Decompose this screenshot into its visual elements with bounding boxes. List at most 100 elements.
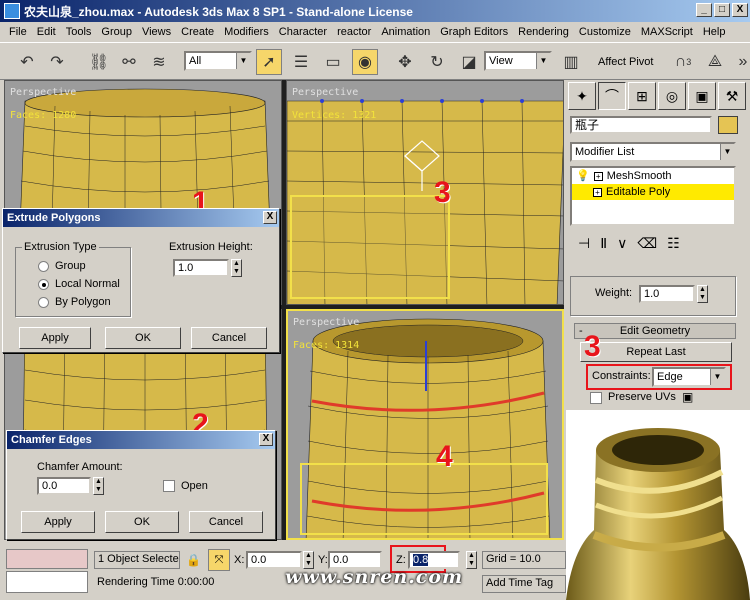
spinner-arrows-icon[interactable]: ▲ ▼	[697, 285, 708, 303]
menu-help[interactable]: Help	[698, 26, 731, 38]
rectangular-selection-icon[interactable]: ▭	[320, 49, 346, 75]
angle-snap-icon[interactable]: ⟁	[702, 49, 728, 75]
menu-reactor[interactable]: reactor	[332, 26, 376, 38]
menu-group[interactable]: Group	[96, 26, 137, 38]
close-button[interactable]: X	[732, 3, 748, 17]
object-name-field[interactable]: 瓶子	[570, 116, 712, 134]
hierarchy-tab-icon[interactable]: ⊞	[628, 82, 656, 110]
snap-toggle-icon[interactable]: ∩ 3	[670, 49, 696, 75]
maximize-button[interactable]: □	[714, 3, 730, 17]
select-and-link-icon[interactable]: ⛓	[86, 49, 112, 75]
motion-tab-icon[interactable]: ◎	[658, 82, 686, 110]
window-crossing-icon[interactable]: ◉	[352, 49, 378, 75]
cancel-button[interactable]: Cancel	[191, 327, 267, 349]
open-checkbox[interactable]	[163, 480, 175, 492]
minimize-button[interactable]: _	[696, 3, 712, 17]
show-end-result-icon[interactable]: Ⅱ	[600, 235, 607, 252]
select-and-scale-icon[interactable]: ◪	[456, 49, 482, 75]
menu-modifiers[interactable]: Modifiers	[219, 26, 274, 38]
select-and-rotate-icon[interactable]: ↻	[424, 49, 450, 75]
spinner-arrows-icon[interactable]: ▲ ▼	[231, 259, 242, 277]
create-tab-icon[interactable]: ✦	[568, 82, 596, 110]
lock-icon[interactable]: 🔒	[186, 553, 201, 567]
preserve-uvs-checkbox[interactable]	[590, 392, 602, 404]
menu-maxscript[interactable]: MAXScript	[636, 26, 698, 38]
select-object-icon[interactable]: ➚	[256, 49, 282, 75]
close-icon[interactable]: X	[263, 211, 277, 224]
cancel-button[interactable]: Cancel	[189, 511, 263, 533]
object-color-swatch[interactable]	[718, 116, 738, 134]
remove-modifier-icon[interactable]: ⌫	[637, 235, 657, 252]
radio-local-normal[interactable]: Local Normal	[38, 278, 120, 290]
unlink-icon[interactable]: ⚯	[116, 49, 142, 75]
modifier-stack: 💡 + MeshSmooth + Editable Poly	[570, 166, 736, 226]
expand-icon[interactable]: +	[593, 187, 602, 197]
close-icon[interactable]: X	[259, 433, 273, 446]
menu-rendering[interactable]: Rendering	[513, 26, 574, 38]
redo-icon[interactable]: ↷	[44, 49, 70, 75]
menu-tools[interactable]: Tools	[61, 26, 97, 38]
grid-size: Grid = 10.0	[482, 551, 566, 569]
add-time-tag[interactable]: Add Time Tag	[482, 575, 566, 593]
stack-item-editable-poly[interactable]: + Editable Poly	[572, 184, 734, 200]
expand-icon[interactable]: +	[593, 171, 603, 181]
menu-graph-editors[interactable]: Graph Editors	[435, 26, 513, 38]
absolute-mode-icon[interactable]: ⤧	[208, 549, 230, 571]
stack-controls: ⊣ Ⅱ ∨ ⌫ ☷	[570, 230, 740, 256]
undo-icon[interactable]: ↶	[14, 49, 40, 75]
affect-pivot-label[interactable]: Affect Pivot	[598, 56, 653, 68]
maxscript-input-mini[interactable]	[6, 571, 88, 593]
select-and-move-icon[interactable]: ✥	[392, 49, 418, 75]
command-tabs: ✦ ⌒ ⊞ ◎ ▣ ⚒	[568, 82, 746, 112]
spinner-arrows-icon[interactable]: ▲ ▼	[466, 551, 477, 569]
pin-stack-icon[interactable]: ⊣	[578, 235, 590, 252]
preserve-uvs-label: Preserve UVs	[608, 391, 676, 403]
apply-button[interactable]: Apply	[19, 327, 91, 349]
main-toolbar: ↶ ↷ ⛓ ⚯ ≋ All ▼ ➚ ☰ ▭ ◉ ✥ ↻ ◪ View ▼ ▥ A…	[0, 42, 750, 80]
menu-create[interactable]: Create	[176, 26, 219, 38]
display-tab-icon[interactable]: ▣	[688, 82, 716, 110]
x-label: X:	[234, 554, 245, 566]
make-unique-icon[interactable]: ∨	[617, 235, 627, 252]
menu-character[interactable]: Character	[274, 26, 332, 38]
constraints-dropdown[interactable]: Edge ▼	[652, 367, 726, 387]
dialog-title: Extrude Polygons X	[3, 209, 279, 227]
window-title: 农夫山泉_zhou.max - Autodesk 3ds Max 8 SP1 -…	[24, 4, 413, 19]
bottle-render-image	[566, 428, 750, 600]
menu-file[interactable]: File	[4, 26, 32, 38]
selection-filter-dropdown[interactable]: All ▼	[184, 51, 252, 71]
menu-views[interactable]: Views	[137, 26, 176, 38]
ok-button[interactable]: OK	[105, 327, 181, 349]
utilities-tab-icon[interactable]: ⚒	[718, 82, 746, 110]
radio-group[interactable]: Group	[38, 260, 86, 272]
viewport-bottom-right[interactable]: Perspective Faces: 1314	[286, 309, 564, 540]
weight-field[interactable]: 1.0	[639, 285, 695, 303]
lightbulb-icon[interactable]: 💡	[576, 168, 590, 184]
menu-bar: File Edit Tools Group Views Create Modif…	[0, 22, 750, 42]
named-selection-icon[interactable]: »	[730, 49, 750, 75]
stack-item-meshsmooth[interactable]: 💡 + MeshSmooth	[572, 168, 734, 184]
repeat-last-button[interactable]: Repeat Last	[580, 342, 732, 362]
bind-space-warp-icon[interactable]: ≋	[146, 49, 172, 75]
menu-customize[interactable]: Customize	[574, 26, 636, 38]
viewport-top-right[interactable]: Perspective Vertices: 1321	[286, 80, 564, 305]
ok-button[interactable]: OK	[105, 511, 179, 533]
configure-modifier-sets-icon[interactable]: ☷	[667, 235, 680, 252]
settings-icon[interactable]: ▣	[682, 390, 693, 404]
pivot-center-icon[interactable]: ▥	[558, 49, 584, 75]
spinner-arrows-icon[interactable]: ▲ ▼	[93, 477, 104, 495]
viewport-label[interactable]: Perspective	[292, 87, 358, 98]
reference-coord-dropdown[interactable]: View ▼	[484, 51, 552, 71]
menu-animation[interactable]: Animation	[376, 26, 435, 38]
select-by-name-icon[interactable]: ☰	[288, 49, 314, 75]
radio-by-polygon[interactable]: By Polygon	[38, 296, 111, 308]
modify-tab-icon[interactable]: ⌒	[598, 82, 626, 110]
extrusion-height-field[interactable]: 1.0	[173, 259, 229, 277]
chamfer-amount-field[interactable]: 0.0	[37, 477, 91, 495]
apply-button[interactable]: Apply	[21, 511, 95, 533]
maxscript-listener-mini[interactable]	[6, 549, 88, 569]
menu-edit[interactable]: Edit	[32, 26, 61, 38]
viewport-label[interactable]: Perspective	[293, 317, 359, 328]
viewport-label[interactable]: Perspective	[10, 87, 76, 98]
modifier-list-dropdown[interactable]: Modifier List ▼	[570, 142, 736, 162]
